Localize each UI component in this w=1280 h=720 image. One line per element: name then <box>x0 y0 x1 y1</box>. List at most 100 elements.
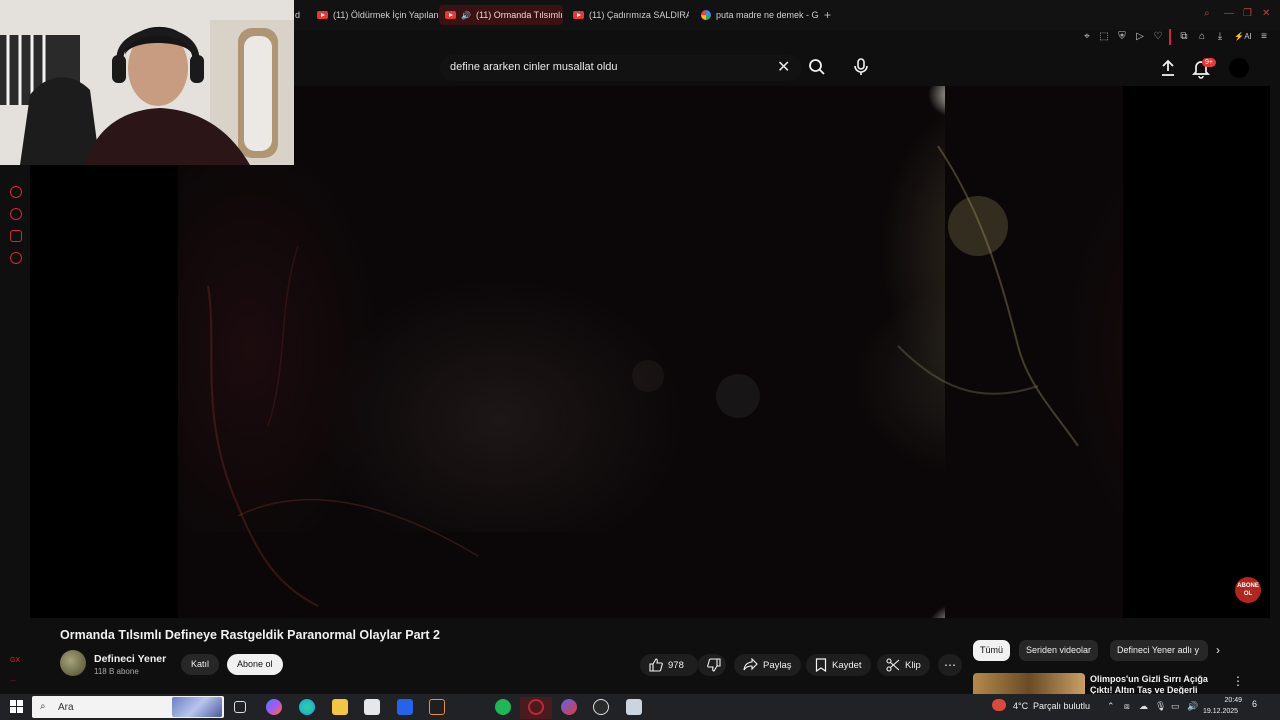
tray-app-icon[interactable]: ⧈ <box>1124 701 1130 712</box>
thumbs-up-icon <box>649 658 663 672</box>
sidebar-more-icon[interactable]: ... <box>10 676 16 683</box>
video-scene <box>207 145 1079 607</box>
subscriber-count: 118 B abone <box>94 667 139 676</box>
play-icon[interactable] <box>10 186 22 198</box>
restore-icon[interactable]: ❐ <box>1243 8 1252 19</box>
more-vert-icon[interactable]: ⋮ <box>1232 674 1244 688</box>
weather-icon[interactable] <box>992 699 1006 711</box>
google-icon <box>701 10 711 20</box>
app-icon[interactable] <box>429 699 445 715</box>
search-icon[interactable] <box>807 57 827 77</box>
clock-date[interactable]: 19.12.2025 <box>1203 708 1238 715</box>
copilot-icon[interactable] <box>266 699 282 715</box>
search-input[interactable]: define ararken cinler musallat oldu <box>450 61 618 73</box>
save-button[interactable]: Kaydet <box>806 654 871 676</box>
opera-gx-icon[interactable] <box>528 699 544 715</box>
new-tab-icon[interactable]: + <box>824 8 831 22</box>
account-avatar[interactable] <box>1229 58 1249 78</box>
tab-oldurmek[interactable]: (11) Öldürmek İçin Yapılan <box>311 5 439 25</box>
save-label: Kaydet <box>832 659 862 671</box>
speaker-icon[interactable]: 🔊 <box>461 11 471 20</box>
more-icon: ⋯ <box>944 658 956 672</box>
settings-icon[interactable] <box>10 252 22 264</box>
obs-icon[interactable] <box>593 699 609 715</box>
search-highlight-image <box>172 697 222 717</box>
tab-cadirimiza[interactable]: (11) Çadırımıza SALDIRAN <box>567 5 689 25</box>
clip-button[interactable]: Klip <box>877 654 930 676</box>
close-icon[interactable]: ✕ <box>1262 8 1270 19</box>
dislike-button[interactable] <box>698 654 726 676</box>
ai-icon[interactable]: ⚡AI <box>1232 31 1254 43</box>
play-extension-icon[interactable]: ▷ <box>1134 31 1146 43</box>
search-tabs-icon[interactable]: ⌕ <box>1204 8 1210 19</box>
recommendation-thumbnail[interactable] <box>973 673 1085 694</box>
tab-label: (11) Çadırımıza SALDIRAN <box>589 10 689 20</box>
microphone-icon[interactable] <box>851 57 871 77</box>
notification-count: 6 <box>1252 699 1258 709</box>
chevron-up-icon[interactable]: ⌃ <box>1107 701 1115 712</box>
mail-icon[interactable] <box>397 699 413 715</box>
like-button[interactable]: 978 <box>640 654 698 676</box>
tab-label: d <box>295 10 301 20</box>
menu-icon[interactable]: ≡ <box>1258 31 1270 43</box>
edge-icon[interactable] <box>299 699 315 715</box>
youtube-icon <box>573 11 584 19</box>
taskbar-search-text[interactable]: Ara <box>58 702 74 713</box>
screenshot-icon[interactable]: ⬚ <box>1098 31 1110 43</box>
spotify-icon[interactable] <box>495 699 511 715</box>
clear-search-icon[interactable]: ✕ <box>777 57 790 77</box>
webcam-overlay <box>0 0 294 165</box>
subscribe-watermark[interactable]: ABONE OL <box>1235 577 1261 603</box>
task-view-icon[interactable] <box>234 701 246 713</box>
chevron-right-icon[interactable]: › <box>1216 643 1220 657</box>
weather-condition[interactable]: Parçalı bulutlu <box>1033 701 1090 711</box>
download-icon[interactable]: ⤓ <box>1214 31 1226 43</box>
notification-badge: 9+ <box>1202 58 1216 67</box>
windows-start-icon[interactable] <box>10 700 23 713</box>
share-icon <box>743 658 758 671</box>
subscribe-button[interactable]: Abone ol <box>227 654 283 675</box>
network-icon[interactable]: ▭ <box>1171 701 1180 712</box>
tab-ormanda-active[interactable]: 🔊 (11) Ormanda Tılsımlı D <box>439 5 563 25</box>
chip-series[interactable]: Seriden videolar <box>1019 640 1099 661</box>
pin-icon[interactable]: ⌖ <box>1081 31 1093 43</box>
extensions-icon[interactable]: ⧉ <box>1178 31 1190 43</box>
search-icon: ⌕ <box>40 701 46 712</box>
file-explorer-icon[interactable] <box>332 699 348 715</box>
chip-all[interactable]: Tümü <box>973 640 1011 661</box>
shield-icon[interactable]: ⛨ <box>1116 31 1128 43</box>
recommendation-title[interactable]: Olimpos'un Gizli Sırrı Açığa Çıktı! Altı… <box>1090 674 1210 694</box>
temperature[interactable]: 4°C <box>1013 701 1028 711</box>
tab-label: puta madre ne demek - Go <box>716 10 819 20</box>
gx-label[interactable]: GX <box>10 657 20 664</box>
window-app-icon[interactable] <box>626 699 642 715</box>
like-count: 978 <box>668 659 684 671</box>
more-actions-button[interactable]: ⋯ <box>938 654 962 676</box>
chip-channel[interactable]: Defineci Yener adlı y <box>1110 640 1208 661</box>
youtube-icon <box>317 11 328 19</box>
share-label: Paylaş <box>763 659 792 671</box>
like-icon[interactable] <box>10 230 22 242</box>
discord-icon[interactable] <box>561 699 577 715</box>
cloud-icon[interactable]: ☁ <box>1139 701 1148 712</box>
minimize-icon[interactable]: — <box>1224 8 1234 19</box>
volume-icon[interactable]: 🔊 <box>1187 701 1198 712</box>
notification-center-icon[interactable]: 6 <box>1252 699 1266 713</box>
video-frame[interactable] <box>178 86 1123 618</box>
heart-icon[interactable]: ♡ <box>1152 31 1164 43</box>
bookmark-icon <box>815 658 827 672</box>
tab-label: (11) Ormanda Tılsımlı D <box>475 10 563 20</box>
share-button[interactable]: Paylaş <box>734 654 801 676</box>
store-icon[interactable] <box>364 699 380 715</box>
tab-google-search[interactable]: puta madre ne demek - Go <box>695 5 819 25</box>
clock-time[interactable]: 20:49 <box>1212 697 1242 704</box>
microphone-tray-icon[interactable]: 🎙 <box>1155 701 1166 712</box>
channel-avatar[interactable] <box>60 650 86 676</box>
channel-name[interactable]: Defineci Yener <box>94 653 166 665</box>
wallet-icon[interactable]: ⌂ <box>1196 31 1208 43</box>
clip-label: Klip <box>905 659 921 671</box>
join-button[interactable]: Katıl <box>181 654 220 675</box>
clock-icon[interactable] <box>10 208 22 220</box>
video-title: Ormanda Tılsımlı Defineye Rastgeldik Par… <box>60 628 441 642</box>
upload-icon[interactable] <box>1158 58 1178 78</box>
